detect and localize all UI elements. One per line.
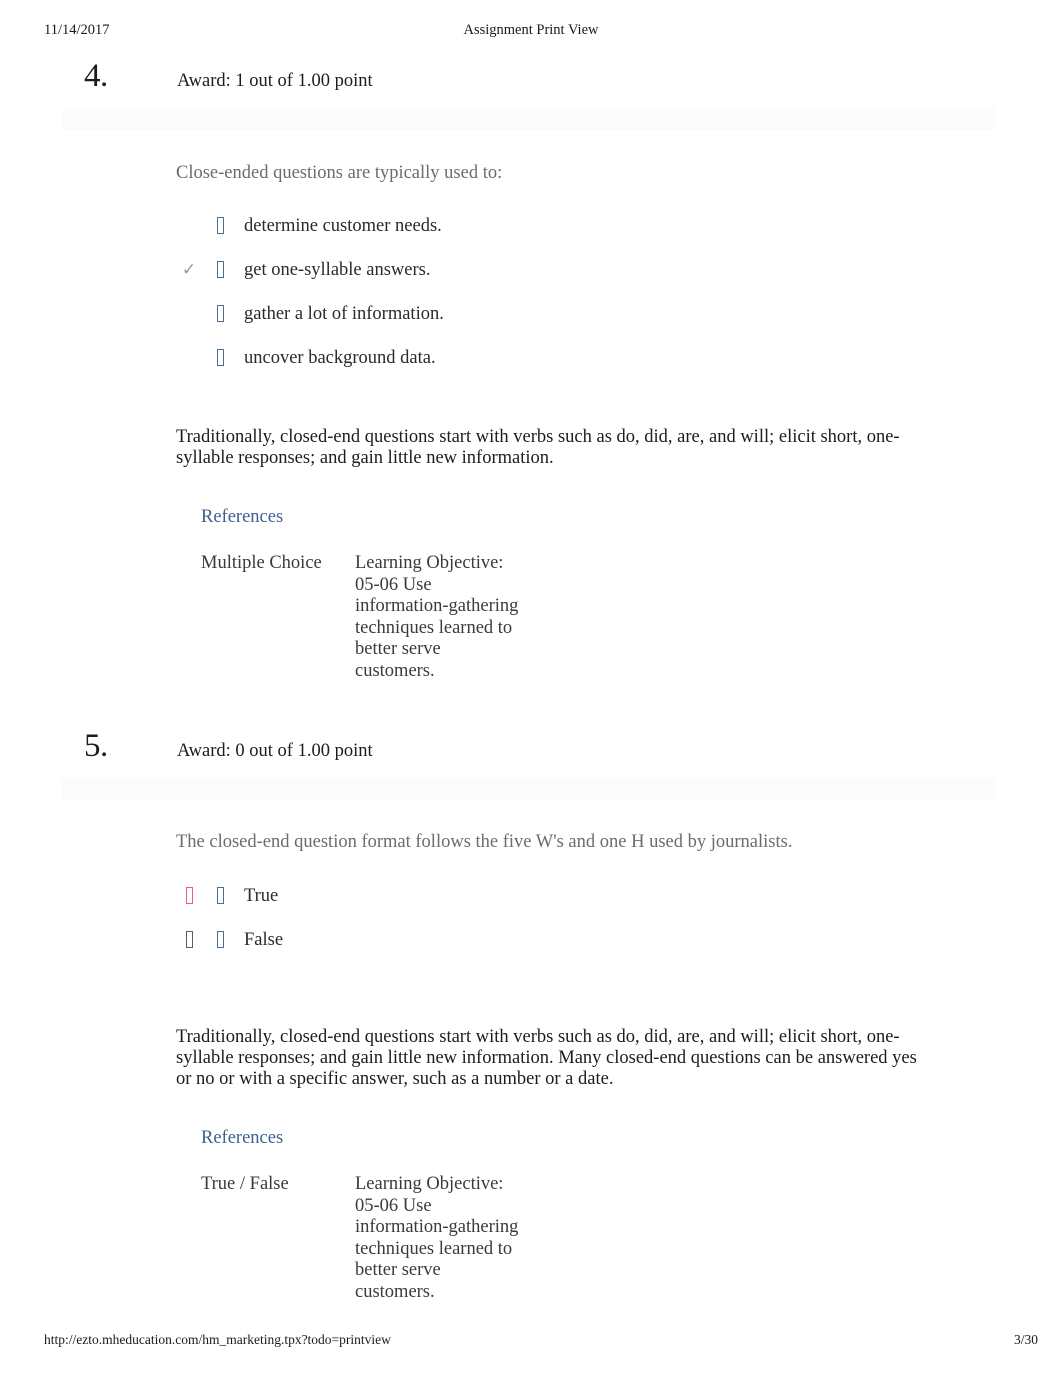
- page-header: 11/14/2017 Assignment Print View: [0, 22, 1062, 44]
- question-explanation-4: Traditionally, closed-end questions star…: [176, 427, 900, 468]
- answer-option-row[interactable]: False: [176, 924, 936, 968]
- question-explanation-5: Traditionally, closed-end questions star…: [176, 1027, 917, 1089]
- answer-options-5: True False: [176, 880, 936, 968]
- question-divider: [62, 778, 995, 799]
- question-stem-5: The closed-end question format follows t…: [176, 832, 793, 852]
- page-footer: http://ezto.mheducation.com/hm_marketing…: [0, 1332, 1062, 1354]
- option-label[interactable]: determine customer needs.: [244, 213, 442, 239]
- answer-options-4: determine customer needs. ✓ get one-syll…: [176, 210, 936, 386]
- footer-url: http://ezto.mheducation.com/hm_marketing…: [44, 1332, 391, 1347]
- radio-button-icon[interactable]: [210, 305, 230, 324]
- question-number: 4.: [84, 58, 108, 94]
- option-label[interactable]: get one-syllable answers.: [244, 257, 430, 283]
- answer-option-row[interactable]: True: [176, 880, 936, 924]
- question-type-label: Multiple Choice: [201, 553, 322, 573]
- answer-option-row[interactable]: ✓ get one-syllable answers.: [176, 254, 936, 298]
- radio-button-icon[interactable]: [210, 217, 230, 236]
- question-type-label: True / False: [201, 1174, 289, 1194]
- references-link-4[interactable]: References: [201, 506, 283, 528]
- learning-objective-label: Learning Objective: 05-06 Use informatio…: [355, 1174, 519, 1302]
- references-link-5[interactable]: References: [201, 1127, 283, 1149]
- option-label[interactable]: True: [244, 883, 278, 909]
- answer-option-row[interactable]: determine customer needs.: [176, 210, 936, 254]
- question-divider: [62, 108, 995, 129]
- learning-objective-label: Learning Objective: 05-06 Use informatio…: [355, 553, 519, 681]
- correct-check-icon: ✓: [181, 260, 197, 279]
- answer-option-row[interactable]: gather a lot of information.: [176, 298, 936, 342]
- radio-button-icon[interactable]: [210, 261, 230, 280]
- radio-button-icon[interactable]: [210, 887, 230, 906]
- incorrect-mark-icon: [176, 884, 202, 908]
- answer-option-row[interactable]: uncover background data.: [176, 342, 936, 386]
- option-label[interactable]: uncover background data.: [244, 345, 436, 371]
- question-stem-4: Close-ended questions are typically used…: [176, 163, 503, 183]
- question-award: Award: 0 out of 1.00 point: [177, 741, 373, 761]
- radio-button-icon[interactable]: [210, 349, 230, 368]
- document-title: Assignment Print View: [463, 22, 599, 38]
- question-award: Award: 1 out of 1.00 point: [177, 71, 373, 91]
- option-result-marker: [176, 928, 202, 952]
- option-label[interactable]: False: [244, 927, 283, 953]
- radio-button-icon[interactable]: [210, 931, 230, 950]
- question-number: 5.: [84, 728, 108, 764]
- option-label[interactable]: gather a lot of information.: [244, 301, 444, 327]
- footer-page-number: 3/30: [1013, 1332, 1038, 1347]
